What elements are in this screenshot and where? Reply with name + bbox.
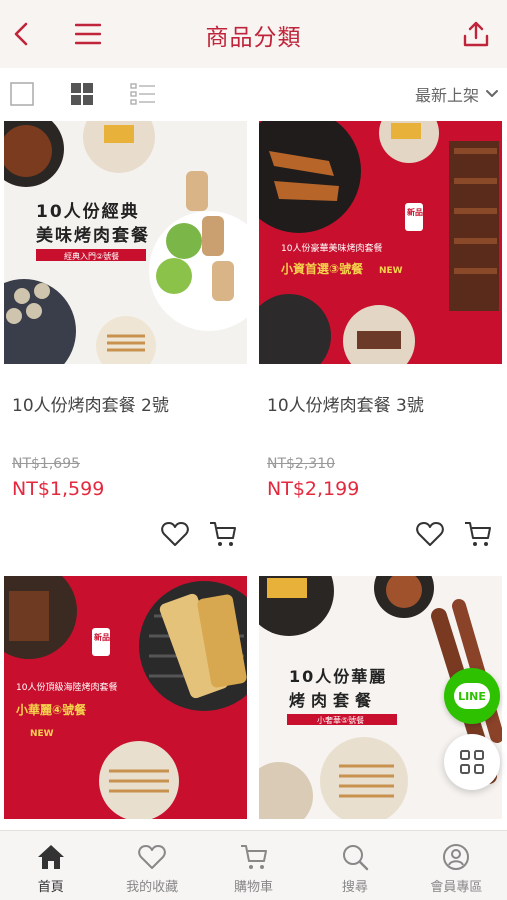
product-name[interactable]: 10人份烤肉套餐 3號 — [267, 391, 424, 416]
nav-favorites[interactable]: 我的收藏 — [101, 831, 202, 900]
line-chat-button[interactable]: LINE — [444, 668, 500, 724]
bottom-navigation: 首頁 我的收藏 購物車 搜尋 會員專區 — [0, 830, 507, 900]
poster-headline: 10人份經典 — [36, 201, 140, 222]
add-to-cart-button[interactable] — [208, 519, 238, 549]
poster-tag: 經典入門②號餐 — [64, 251, 119, 261]
heart-icon — [138, 845, 166, 869]
nav-label: 購物車 — [234, 880, 274, 895]
poster-headline: 10人份華麗 — [289, 667, 387, 686]
product-name[interactable]: 10人份烤肉套餐 2號 — [12, 391, 169, 416]
nav-home[interactable]: 首頁 — [0, 831, 101, 900]
poster-headline-2: 小華麗④號餐 — [16, 702, 87, 717]
sort-dropdown[interactable]: 最新上架 — [415, 82, 499, 106]
heart-icon — [416, 522, 444, 546]
page-title: 商品分類 — [205, 25, 302, 51]
poster-headline-2: 烤肉套餐 — [289, 691, 377, 710]
cart-icon — [465, 522, 491, 546]
poster-tag: NEW — [30, 729, 54, 739]
single-view-icon — [10, 82, 34, 106]
poster-headline: 10人份頂級海陸烤肉套餐 — [16, 681, 117, 693]
view-toolbar: 最新上架 — [0, 68, 507, 120]
heart-icon — [161, 522, 189, 546]
cart-icon — [210, 522, 236, 546]
cart-icon — [240, 845, 267, 869]
nav-label: 搜尋 — [341, 880, 368, 895]
list-view-icon — [130, 83, 155, 105]
share-button[interactable] — [456, 14, 496, 54]
nav-cart[interactable]: 購物車 — [203, 831, 304, 900]
grid-view-icon — [71, 83, 93, 105]
poster-headline-2: 小資首選③號餐 — [281, 261, 364, 276]
add-to-cart-button[interactable] — [463, 519, 493, 549]
sort-label: 最新上架 — [414, 86, 479, 105]
line-chat-label: LINE — [454, 683, 490, 709]
product-image[interactable]: 新品 10人份豪華美味烤肉套餐 小資首選③號餐 NEW — [259, 121, 502, 364]
apps-grid-icon — [460, 750, 484, 774]
apps-grid-button[interactable] — [444, 734, 500, 790]
list-view-button[interactable] — [129, 80, 157, 108]
original-price: NT$1,695 — [12, 456, 81, 472]
poster-tag: 小奢華⑤號餐 — [317, 715, 364, 725]
share-icon — [463, 21, 489, 47]
nav-label: 首頁 — [37, 880, 64, 895]
poster-headline-2: 美味烤肉套餐 — [36, 225, 150, 246]
sale-price: NT$2,199 — [267, 478, 360, 500]
favorite-button[interactable] — [415, 519, 445, 549]
grid-view-button[interactable] — [68, 80, 96, 108]
nav-label: 會員專區 — [430, 880, 483, 895]
favorite-button[interactable] — [160, 519, 190, 549]
home-icon — [37, 845, 64, 869]
single-view-button[interactable] — [8, 80, 36, 108]
original-price: NT$2,310 — [267, 456, 336, 472]
poster-headline: 10人份豪華美味烤肉套餐 — [281, 242, 382, 254]
nav-member[interactable]: 會員專區 — [406, 831, 507, 900]
product-image[interactable]: 新品 10人份頂級海陸烤肉套餐 小華麗④號餐 NEW — [4, 576, 247, 819]
poster-tag: NEW — [379, 266, 403, 276]
nav-search[interactable]: 搜尋 — [304, 831, 405, 900]
chevron-down-icon — [486, 90, 498, 97]
sale-price: NT$1,599 — [12, 478, 105, 500]
app-header: 商品分類 — [0, 0, 507, 68]
search-icon — [342, 845, 369, 871]
nav-label: 我的收藏 — [126, 880, 179, 895]
user-icon — [443, 844, 470, 870]
poster-badge: 新品 — [407, 207, 423, 217]
poster-badge: 新品 — [94, 632, 110, 642]
product-image[interactable]: 10人份經典 美味烤肉套餐 經典入門②號餐 — [4, 121, 247, 364]
